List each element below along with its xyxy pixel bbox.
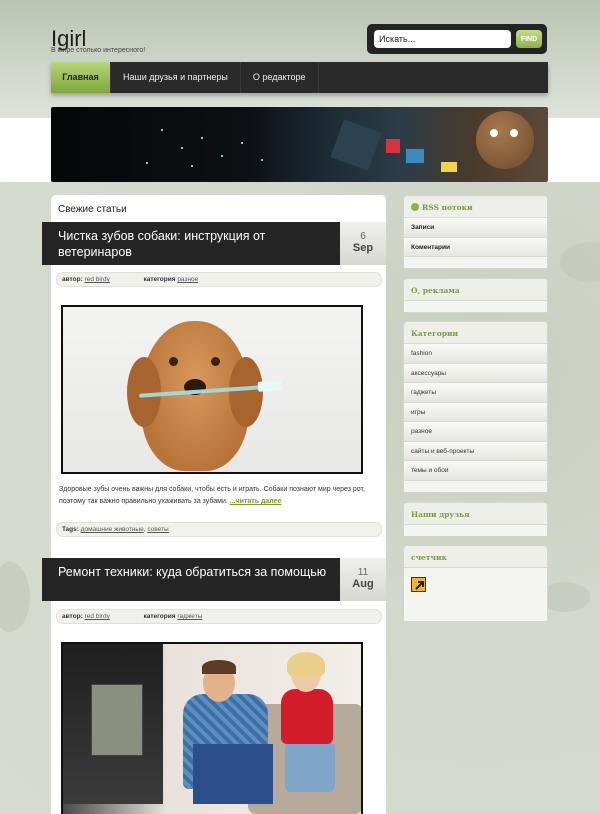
section-title: Свежие статьи: [58, 204, 127, 215]
bg-splat: [0, 562, 30, 632]
search-form: FIND: [367, 24, 547, 54]
search-input[interactable]: [374, 30, 511, 48]
rss-posts-link[interactable]: Записи: [404, 217, 547, 237]
post-title[interactable]: Чистка зубов собаки: инструкция от ветер…: [42, 222, 340, 265]
widget-title: О, реклама: [411, 286, 460, 295]
banner-star: [261, 159, 263, 161]
excerpt-text: Здоровые зубы очень важны для собаки, чт…: [59, 486, 365, 505]
rss-icon: [411, 203, 419, 211]
banner-star: [191, 165, 193, 167]
banner-decoration: [406, 149, 424, 163]
widget-friends: Наши друзья: [403, 502, 548, 537]
banner-decoration: [441, 162, 457, 172]
category-label: категория: [143, 276, 176, 283]
banner-star: [201, 137, 203, 139]
woman-hair: [287, 652, 325, 678]
post-date-day: 6: [360, 231, 366, 242]
main-nav: Главная Наши друзья и партнеры О редакто…: [51, 62, 548, 93]
banner-star: [221, 155, 223, 157]
category-item[interactable]: игры: [404, 401, 547, 421]
tag-link[interactable]: советы: [147, 526, 168, 533]
man-overall: [193, 744, 273, 804]
bg-splat: [560, 242, 600, 282]
site-description: В мире столько интересного!: [51, 47, 146, 54]
circuit-board: [91, 684, 143, 756]
widget-footer: [404, 479, 547, 492]
widget-footer: [404, 300, 547, 312]
widget-title: Наши друзья: [411, 510, 470, 519]
banner-decoration: [386, 139, 400, 153]
category-link[interactable]: разное: [177, 276, 198, 283]
post-date-month: Sep: [352, 242, 374, 254]
read-more-link[interactable]: ...читать далее: [230, 498, 282, 505]
widget-title: Категории: [411, 329, 459, 338]
post-date: 11 Aug: [340, 558, 386, 601]
category-label: категория: [143, 613, 176, 620]
sackboy-figure: [476, 111, 534, 169]
main-content: Свежие статьи Чистка зубов собаки: инстр…: [42, 195, 386, 814]
post-date-month: Aug: [352, 578, 374, 590]
post-tags: Tags: домашние животные, советы: [56, 522, 382, 537]
counter-icon[interactable]: [411, 577, 426, 592]
search-button[interactable]: FIND: [516, 30, 542, 48]
category-item[interactable]: fashion: [404, 343, 547, 363]
post-excerpt: Здоровые зубы очень важны для собаки, чт…: [59, 484, 381, 508]
woman-figure: [281, 689, 333, 744]
banner-star: [181, 147, 183, 149]
post-date-day: 11: [357, 567, 369, 578]
author-label: автор:: [62, 276, 83, 283]
dog-ear: [229, 357, 263, 427]
post-image[interactable]: [61, 305, 363, 474]
category-item[interactable]: темы и обои: [404, 460, 547, 480]
man-hair: [202, 660, 236, 674]
tags-label: Tags:: [62, 526, 79, 533]
tag-separator: ,: [143, 526, 146, 533]
category-item[interactable]: сайты и веб-проекты: [404, 440, 547, 460]
nav-item-editor[interactable]: О редакторе: [241, 62, 319, 93]
nav-item-friends[interactable]: Наши друзья и партнеры: [111, 62, 241, 93]
widget-title: RSS потоки: [404, 196, 547, 217]
banner-star: [241, 142, 243, 144]
widget-rss: RSS потоки Записи Коментарии: [403, 195, 548, 269]
header-banner: [51, 107, 548, 182]
widget-title: счетчик: [411, 553, 447, 562]
nav-item-home[interactable]: Главная: [51, 62, 111, 93]
rss-comments-link[interactable]: Коментарии: [404, 236, 547, 256]
banner-decoration: [330, 119, 382, 171]
tag-link[interactable]: домашние животные: [81, 526, 144, 533]
sackboy-eye: [490, 129, 498, 137]
sackboy-eye: [510, 129, 518, 137]
post-title[interactable]: Ремонт техники: куда обратиться за помощ…: [42, 558, 340, 601]
category-item[interactable]: разное: [404, 421, 547, 441]
post-date: 6 Sep: [340, 222, 386, 265]
widget-rss-title: RSS потоки: [422, 203, 473, 212]
widget-categories: Категории fashion аксессуары гаджеты игр…: [403, 321, 548, 493]
post-meta: автор: red birdy категория разное: [56, 272, 382, 287]
arrow-icon: [415, 581, 424, 590]
widget-body: [404, 567, 547, 621]
post-meta: автор: red birdy категория гаджеты: [56, 609, 382, 624]
post-image[interactable]: [61, 642, 363, 814]
widget-footer: [404, 256, 547, 268]
dog-eye: [211, 357, 220, 366]
banner-star: [161, 129, 163, 131]
category-item[interactable]: аксессуары: [404, 362, 547, 382]
woman-jeans: [285, 742, 335, 792]
author-link[interactable]: red birdy: [85, 276, 110, 283]
banner-star: [146, 162, 148, 164]
header-background: [0, 0, 600, 118]
category-item[interactable]: гаджеты: [404, 382, 547, 402]
widget-counter: счетчик: [403, 545, 548, 621]
widget-ads: О, реклама: [403, 278, 548, 313]
author-link[interactable]: red birdy: [85, 613, 110, 620]
dog-eye: [169, 357, 178, 366]
category-link[interactable]: гаджеты: [177, 613, 202, 620]
toothbrush-head: [257, 380, 283, 392]
widget-footer: [404, 524, 547, 536]
author-label: автор:: [62, 613, 83, 620]
